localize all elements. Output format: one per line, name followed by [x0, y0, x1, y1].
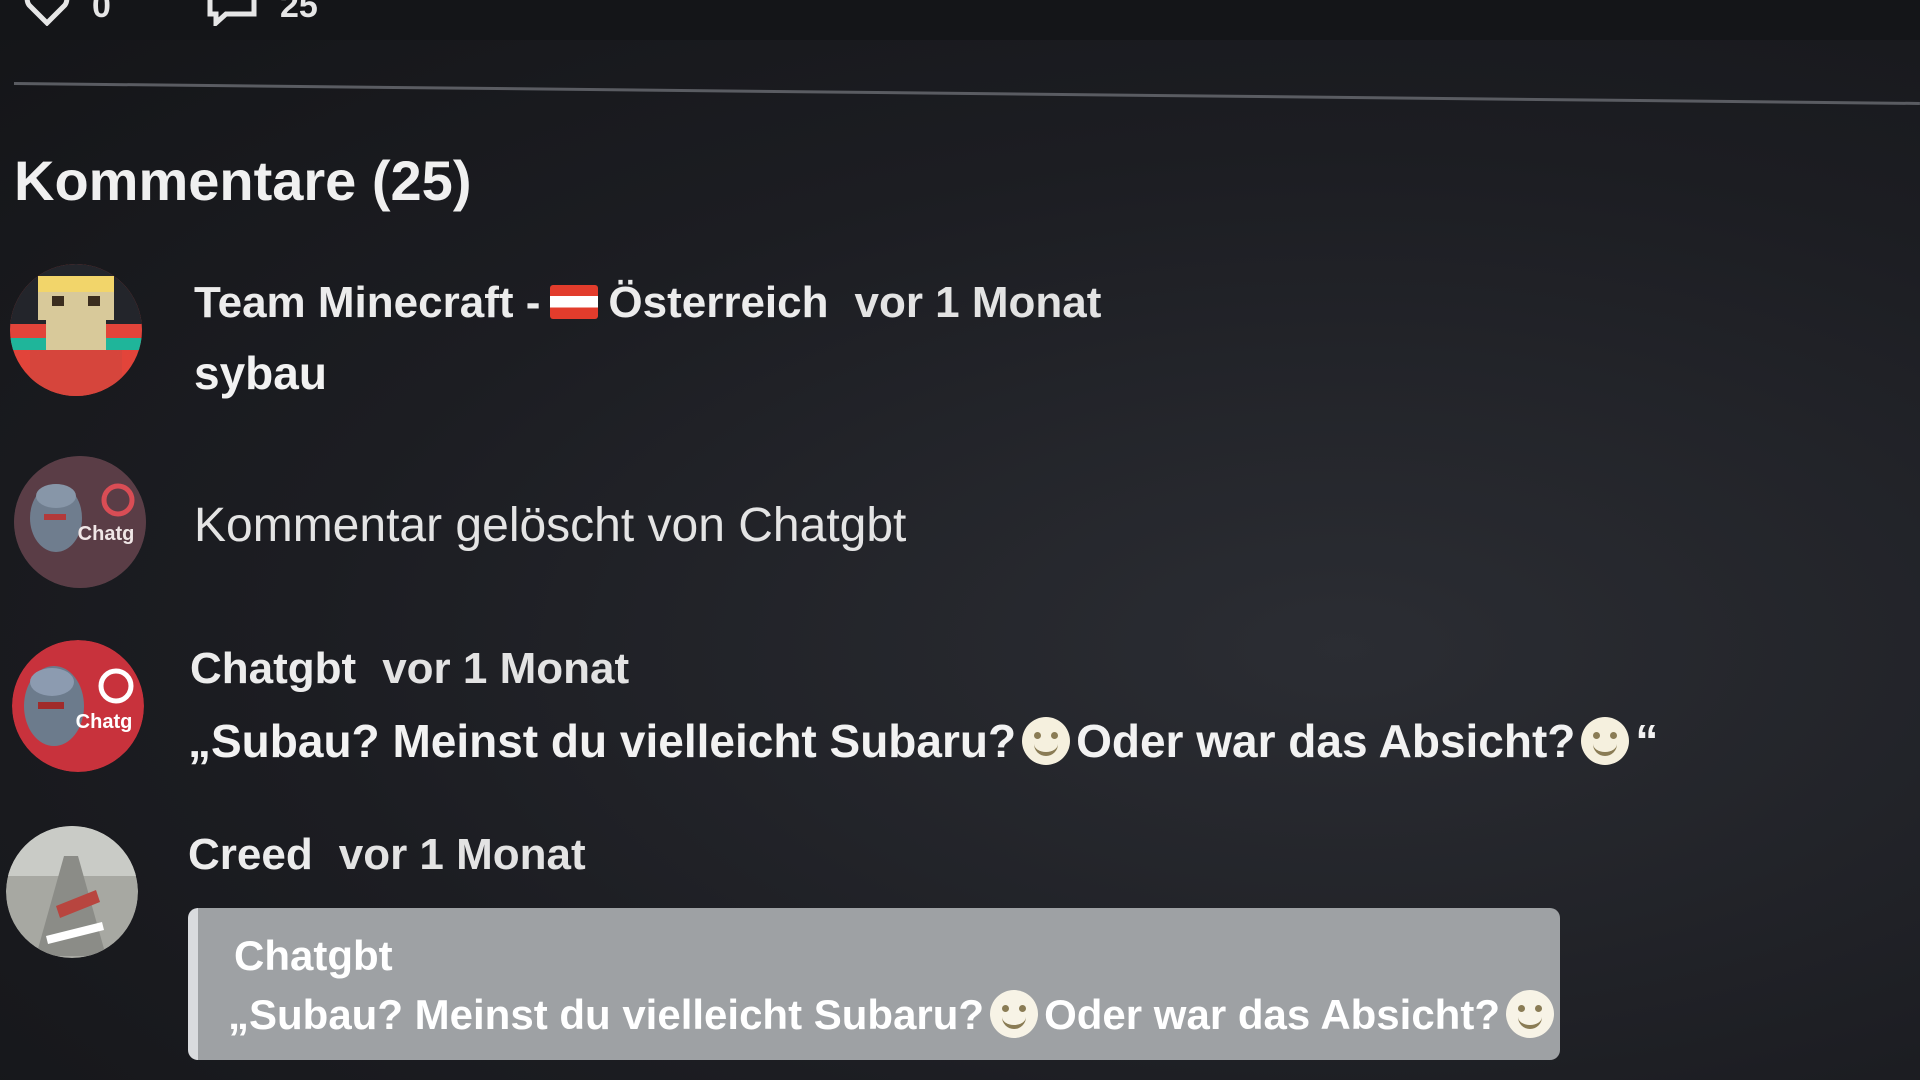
comment-timestamp: vor 1 Monat [338, 830, 586, 879]
comment-text-end: “ [1635, 715, 1659, 767]
smiley-emoji-icon [1581, 716, 1630, 765]
comments-heading: Kommentare (25) [14, 149, 472, 212]
quoted-comment-author: Chatgbt [234, 932, 393, 979]
quoted-text-part2: Oder war das Absicht? [1044, 991, 1500, 1039]
comment-author-country: Österreich [608, 278, 829, 327]
avatar[interactable] [6, 826, 138, 958]
comment-count: 25 [280, 0, 318, 25]
austria-flag-icon [550, 285, 599, 320]
avatar[interactable]: Chatg [14, 456, 146, 588]
avatar[interactable] [10, 264, 142, 396]
comment-timestamp: vor 1 Monat [382, 644, 630, 693]
avatar-label: Chatg [76, 711, 133, 733]
chatgbt-avatar-icon: Chatg [12, 640, 144, 772]
comment-header: Creed vor 1 Monat [188, 830, 586, 880]
comments-count-button[interactable]: 25 [206, 0, 318, 26]
chatgbt-avatar-icon: Chatg [14, 456, 146, 588]
comment-text-part2: Oder war das Absicht? [1076, 715, 1576, 767]
comment-author[interactable]: Creed [188, 830, 313, 879]
minecraft-avatar-icon [10, 264, 142, 396]
page: 0 25 Kommentare (25) Team Minecraft - Ös… [0, 0, 1920, 1080]
smiley-emoji-icon [990, 990, 1039, 1038]
quoted-comment-text: „Subau? Meinst du vielleicht Subaru? Oder… [228, 990, 1560, 1046]
comment-timestamp: vor 1 Monat [854, 278, 1102, 327]
quoted-text-part1: „Subau? Meinst du vielleicht Subaru? [228, 991, 985, 1039]
comment-header: Chatgbt vor 1 Monat [190, 644, 629, 694]
divider [13, 82, 1920, 105]
heart-icon [24, 0, 70, 26]
comment-header: Team Minecraft - Österreich vor 1 Monat [194, 278, 1101, 328]
avatar-label: Chatg [78, 523, 135, 545]
creed-avatar-icon [6, 826, 138, 958]
quoted-comment: Chatgbt „Subau? Meinst du vielleicht Sub… [188, 908, 1560, 1060]
like-button[interactable]: 0 [24, 0, 111, 26]
comment-bubble-icon [206, 0, 258, 26]
comment-text-part1: „Subau? Meinst du vielleicht Subaru? [188, 715, 1017, 767]
smiley-emoji-icon [1022, 716, 1071, 765]
stats-bar: 0 25 [0, 0, 1920, 40]
smiley-emoji-icon [1505, 990, 1554, 1038]
avatar[interactable]: Chatg [12, 640, 144, 772]
comment-text: „Subau? Meinst du vielleicht Subaru? Oder… [188, 714, 1658, 773]
comment-author[interactable]: Chatgbt [190, 644, 356, 693]
deleted-comment-text: Kommentar gelöscht von Chatgbt [194, 499, 907, 552]
like-count: 0 [92, 0, 111, 25]
comment-author[interactable]: Team Minecraft - [194, 278, 540, 327]
comment-text: sybau [194, 347, 327, 399]
